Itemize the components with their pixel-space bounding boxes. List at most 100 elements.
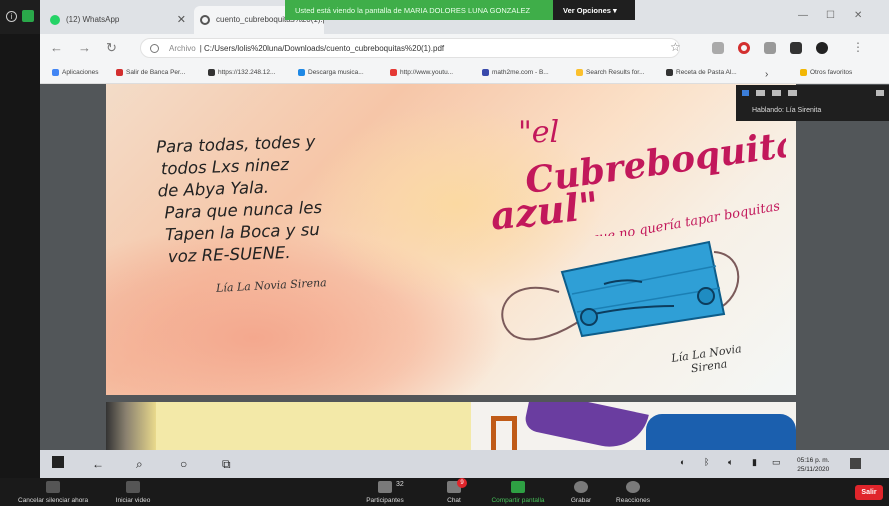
task-view-icon[interactable]: ⧉	[222, 457, 231, 472]
record-icon	[574, 481, 588, 493]
bookmark-folder[interactable]: Otros favoritos	[800, 69, 852, 76]
gallery-view-icon[interactable]	[788, 90, 797, 96]
tab-whatsapp[interactable]: (12) WhatsApp ✕	[44, 6, 192, 34]
pdf-page-2	[106, 402, 796, 450]
extension-icon[interactable]	[764, 42, 776, 54]
chat-label: Chat	[447, 497, 461, 504]
speaker-panel[interactable]: Hablando: Lía Sirenita	[736, 85, 889, 121]
view-options-button[interactable]: Ver Opciones ▾	[553, 0, 635, 20]
url-text: C:/Users/lolis%20luna/Downloads/cuento_c…	[204, 44, 445, 53]
forward-icon[interactable]: →	[78, 40, 91, 55]
network-icon[interactable]: ◐	[680, 457, 685, 467]
pdf-page-1: Para todas, todes y todos Lxs ninez de A…	[106, 84, 796, 395]
minimize-panel-icon[interactable]	[742, 90, 749, 96]
clock[interactable]: 05:16 p. m. 25/11/2020	[797, 456, 830, 474]
cortana-icon[interactable]: ○	[180, 457, 187, 471]
mute-button[interactable]: Cancelar silenciar ahora	[18, 478, 88, 506]
video-button[interactable]: Iniciar video	[98, 478, 168, 506]
view-options-label: Ver Opciones	[563, 6, 611, 15]
screen: i (12) WhatsApp ✕ cuento_cubreboquitas%2…	[0, 0, 889, 506]
tab-title: (12) WhatsApp	[66, 15, 120, 24]
bookmark-item[interactable]: https://132.248.12...	[208, 69, 275, 76]
music-icon	[298, 69, 305, 76]
bookmark-label: https://132.248.12...	[218, 69, 276, 76]
search-icon	[576, 69, 583, 76]
expand-icon[interactable]	[876, 90, 884, 96]
strip-view-icon[interactable]	[772, 90, 781, 96]
bookmark-item[interactable]: Aplicaciones	[52, 69, 99, 76]
taskbar: ← ⌕ ○ ⧉ ◐ ᛒ 🔈︎ ▮ ▭ 05:16 p. m. 25/11/202…	[40, 450, 889, 478]
notification-icon[interactable]	[850, 458, 861, 469]
avatar[interactable]	[816, 42, 828, 54]
bookmark-item[interactable]: math2me.com - B...	[482, 69, 549, 76]
maximize-icon[interactable]: ☐	[826, 10, 835, 21]
active-speaker-label: Hablando: Lía Sirenita	[752, 107, 822, 114]
back-arrow-icon[interactable]: ←	[92, 457, 104, 471]
mute-label: Cancelar silenciar ahora	[18, 497, 89, 504]
url-scheme: Archivo	[169, 44, 196, 53]
more-bookmarks-icon[interactable]: ›	[765, 69, 768, 80]
opera-icon[interactable]	[738, 42, 750, 54]
math-icon	[482, 69, 489, 76]
microphone-icon[interactable]: ▮	[752, 457, 757, 468]
bookmark-item[interactable]: Search Results for...	[576, 69, 645, 76]
extension-download-icon[interactable]	[712, 42, 724, 54]
bookmark-label: math2me.com - B...	[492, 69, 549, 76]
bluetooth-icon[interactable]: ᛒ	[704, 457, 709, 467]
chat-badge: 9	[457, 478, 467, 488]
search-icon[interactable]: ⌕	[136, 457, 143, 472]
chat-button[interactable]: 9 Chat	[419, 478, 489, 506]
reactions-button[interactable]: Reacciones	[598, 478, 668, 506]
info-circle-icon[interactable]	[150, 44, 159, 53]
bookmark-item[interactable]: Receta de Pasta Al...	[666, 69, 737, 76]
globe-icon	[200, 15, 210, 25]
share-screen-button[interactable]: Compartir pantalla	[483, 478, 553, 506]
bank-icon	[116, 69, 123, 76]
folder-icon	[800, 69, 807, 76]
bookmark-item[interactable]: http://www.youtu...	[390, 69, 453, 76]
title-line-1: "el	[518, 115, 559, 150]
youtube-icon	[390, 69, 397, 76]
site-icon	[666, 69, 673, 76]
info-icon[interactable]: i	[6, 11, 17, 22]
puzzle-icon[interactable]	[790, 42, 802, 54]
bookmark-item[interactable]: Salir de Banca Per...	[116, 69, 185, 76]
url-input[interactable]: Archivo | C:/Users/lolis%20luna/Downloads…	[140, 38, 680, 58]
speaker-view-icon[interactable]	[756, 90, 765, 96]
back-icon[interactable]: ←	[50, 40, 63, 55]
participants-count: 32	[396, 481, 404, 488]
microphone-muted-icon	[46, 481, 60, 493]
zoom-corner: i	[0, 0, 40, 34]
shield-icon[interactable]	[22, 10, 34, 22]
page2-art	[646, 414, 796, 450]
clock-time: 05:16 p. m.	[797, 457, 830, 464]
close-icon[interactable]: ✕	[177, 13, 186, 26]
star-icon[interactable]: ☆	[670, 40, 681, 54]
volume-icon[interactable]: 🔈︎	[728, 457, 733, 468]
bookmarks-bar: Aplicaciones Salir de Banca Per... https…	[40, 62, 889, 84]
share-screen-icon	[511, 481, 525, 493]
windows-start-icon[interactable]	[52, 456, 64, 468]
share-label: Compartir pantalla	[491, 497, 545, 504]
bookmark-label: http://www.youtu...	[400, 69, 454, 76]
address-bar: ← → ↻ Archivo | C:/Users/lolis%20luna/Dow…	[40, 34, 889, 62]
blue-mask-illustration	[501, 240, 740, 341]
bookmark-label: Aplicaciones	[62, 69, 99, 76]
minimize-icon[interactable]: —	[798, 10, 808, 21]
clock-date: 25/11/2020	[797, 466, 830, 473]
dedication-text: Para todas, todes y todos Lxs ninez de A…	[156, 128, 420, 269]
whatsapp-icon	[50, 15, 60, 25]
bookmark-label: Search Results for...	[586, 69, 645, 76]
reload-icon[interactable]: ↻	[106, 40, 117, 56]
bookmark-item[interactable]: Descarga musica...	[298, 69, 364, 76]
bookmark-label: Receta de Pasta Al...	[676, 69, 737, 76]
window-close-icon[interactable]: ✕	[854, 10, 862, 21]
leave-button[interactable]: Salir	[855, 485, 883, 500]
page2-art	[491, 416, 517, 450]
menu-icon[interactable]: ⋮	[852, 40, 864, 54]
keyboard-icon[interactable]: ▭	[772, 457, 781, 468]
bookmark-label: Descarga musica...	[308, 69, 364, 76]
participants-label: Participantes	[366, 497, 404, 504]
participants-button[interactable]: 32 Participantes	[350, 478, 420, 506]
smiley-icon	[626, 481, 640, 493]
